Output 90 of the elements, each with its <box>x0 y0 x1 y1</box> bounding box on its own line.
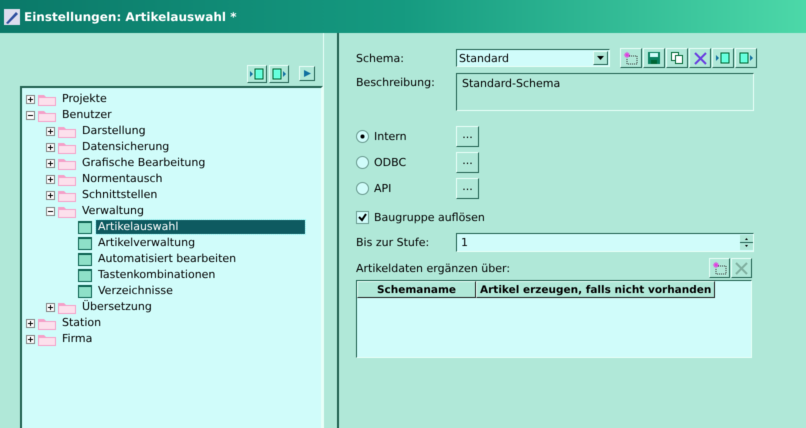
tree-item[interactable]: Grafische Bearbeitung <box>80 156 208 170</box>
tree-item[interactable]: Station <box>60 316 104 330</box>
toolbar-button[interactable] <box>689 48 711 68</box>
dropdown-button[interactable] <box>593 51 608 65</box>
radio-button[interactable] <box>356 130 369 143</box>
toolbar-button[interactable] <box>712 48 734 68</box>
expand-toggle-icon[interactable] <box>46 126 55 136</box>
expand-toggle-icon[interactable] <box>26 94 35 104</box>
spinner-arrows-icon <box>740 235 753 250</box>
tree-item[interactable]: Projekte <box>60 92 109 106</box>
radio-label: Intern <box>374 130 407 143</box>
collapse-toggle-icon[interactable] <box>26 110 35 120</box>
caret-icon <box>597 56 604 60</box>
folder-icon <box>58 172 76 186</box>
page-icon <box>78 284 92 298</box>
expand-toggle-icon[interactable] <box>26 318 35 328</box>
tree-item[interactable]: Benutzer <box>60 108 114 122</box>
radio-button[interactable] <box>356 182 369 195</box>
toolbar-button[interactable] <box>735 48 757 68</box>
tree-item[interactable]: Firma <box>60 332 94 346</box>
tree-item[interactable]: Automatisiert bearbeiten <box>96 252 238 266</box>
tree-item[interactable]: Artikelauswahl <box>96 220 305 234</box>
delete-icon <box>735 262 748 274</box>
window-title: Einstellungen: Artikelauswahl * <box>24 10 236 24</box>
expand-toggle-icon[interactable] <box>46 190 55 200</box>
radio-label: API <box>374 182 392 195</box>
expand-toggle-icon[interactable] <box>26 334 35 344</box>
field-label: Beschreibung: <box>356 76 436 89</box>
toolbar-button[interactable] <box>709 258 730 278</box>
expand-toggle-icon[interactable] <box>46 174 55 184</box>
expand-toggle-icon[interactable] <box>46 158 55 168</box>
new-item-icon <box>624 52 638 64</box>
delete-icon <box>694 52 706 64</box>
radio-button[interactable] <box>356 156 369 169</box>
tree-item[interactable]: Tastenkombinationen <box>96 268 218 282</box>
tree-item[interactable]: Darstellung <box>80 124 148 138</box>
page-icon <box>78 220 92 234</box>
tree-item[interactable]: Artikelverwaltung <box>96 236 198 250</box>
folder-icon <box>58 140 76 154</box>
column-header[interactable]: Artikel erzeugen, falls nicht vorhanden <box>476 281 716 298</box>
copy-icon <box>671 52 683 64</box>
collapse-toggle-icon[interactable] <box>46 206 55 216</box>
panel-arrow-icon <box>250 68 264 80</box>
panel-arrow-icon <box>739 52 753 64</box>
checkbox-label: Baugruppe auflösen <box>374 211 485 224</box>
toolbar-button[interactable] <box>620 48 642 68</box>
folder-icon <box>58 124 76 138</box>
column-header[interactable]: Schemaname <box>357 281 476 298</box>
browse-button[interactable]: ... <box>456 178 479 199</box>
browse-button[interactable]: ... <box>456 126 479 147</box>
folder-icon <box>58 300 76 314</box>
browse-button[interactable]: ... <box>456 152 479 173</box>
panel-arrow-icon <box>272 68 286 80</box>
panel-button[interactable] <box>247 64 267 82</box>
tree-item[interactable]: Schnittstellen <box>80 188 160 202</box>
save-icon <box>648 52 660 64</box>
page-icon <box>78 252 92 266</box>
field-label: Bis zur Stufe: <box>356 236 430 249</box>
page-icon <box>78 268 92 282</box>
tree-item[interactable]: Übersetzung <box>80 300 154 314</box>
folder-icon <box>38 316 56 330</box>
toolbar-button[interactable] <box>643 48 665 68</box>
new-item-icon <box>712 262 726 274</box>
description-field[interactable]: Standard-Schema <box>456 73 754 111</box>
panel-button[interactable] <box>269 64 289 82</box>
radio-dot-icon <box>360 134 365 139</box>
level-spinner[interactable]: 1 <box>456 233 754 252</box>
tree-item[interactable]: Normentausch <box>80 172 165 186</box>
tree-item[interactable]: Datensicherung <box>80 140 172 154</box>
section-label: Artikeldaten ergänzen über: <box>356 262 510 274</box>
folder-icon <box>58 188 76 202</box>
checkbox[interactable] <box>356 211 369 224</box>
expand-toggle-icon[interactable] <box>46 142 55 152</box>
tree-item[interactable]: Verzeichnisse <box>96 284 175 298</box>
app-icon <box>4 8 20 24</box>
radio-label: ODBC <box>374 156 406 169</box>
folder-icon <box>58 204 76 218</box>
toolbar-button[interactable] <box>666 48 688 68</box>
page-icon <box>78 236 92 250</box>
folder-icon <box>38 332 56 346</box>
folder-icon <box>58 156 76 170</box>
play-button[interactable] <box>299 66 315 81</box>
expand-toggle-icon[interactable] <box>46 302 55 312</box>
field-label: Schema: <box>356 52 405 64</box>
schema-dropdown[interactable]: Standard <box>456 49 610 67</box>
folder-icon <box>38 92 56 106</box>
tree-item[interactable]: Verwaltung <box>80 204 146 218</box>
panel-arrow-icon <box>716 52 730 64</box>
folder-icon <box>38 108 56 122</box>
play-icon <box>302 69 312 78</box>
